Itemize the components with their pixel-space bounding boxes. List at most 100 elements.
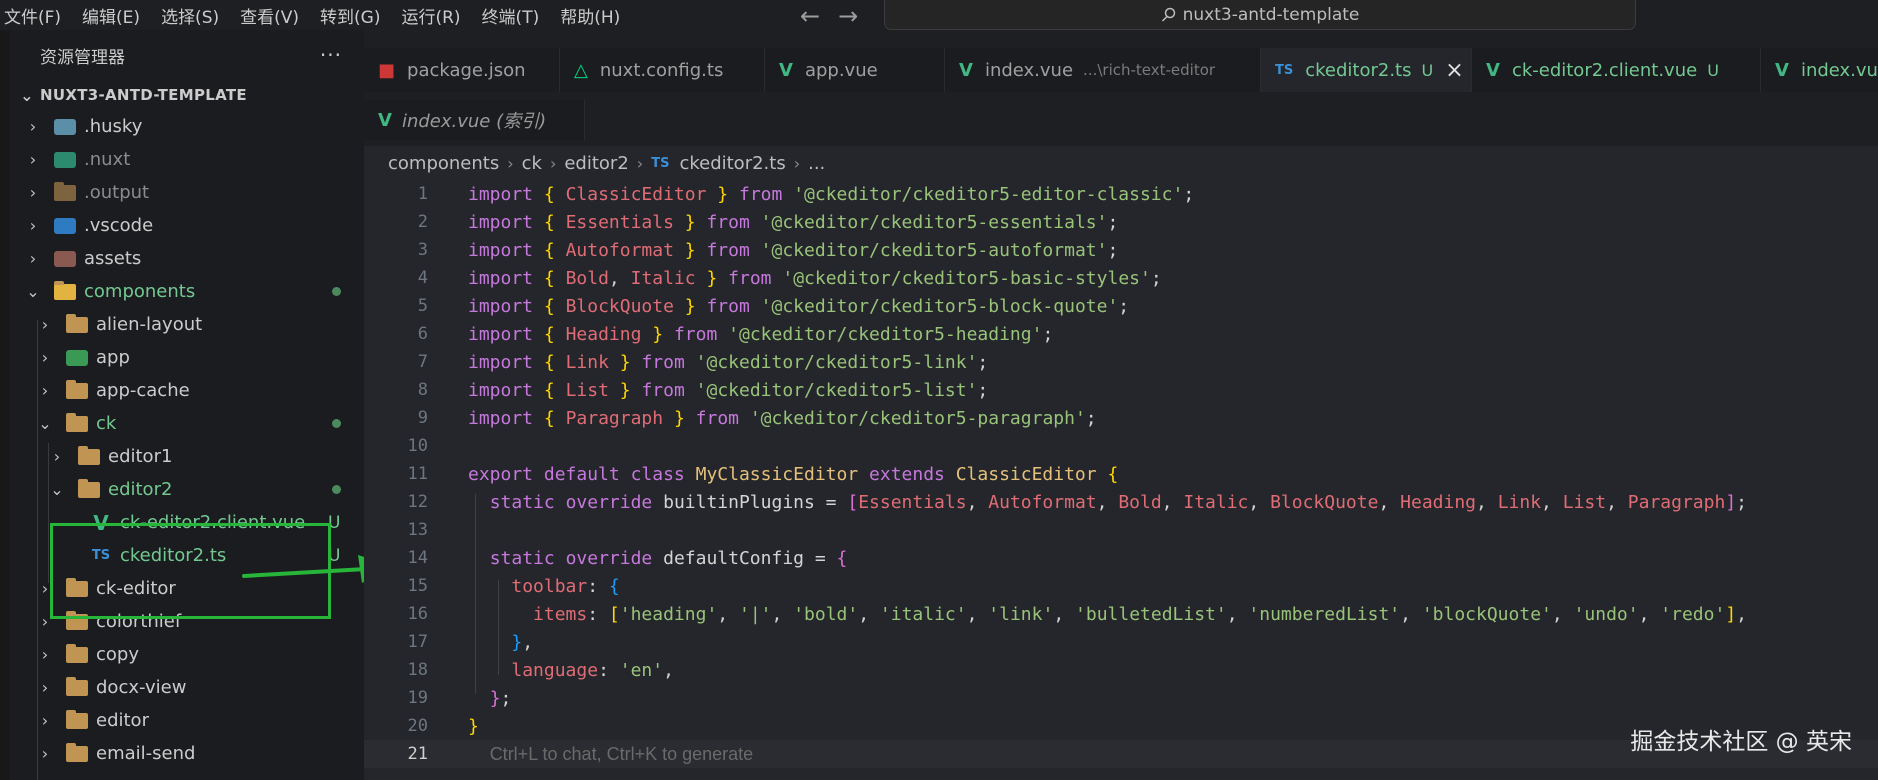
explorer-title: 资源管理器 <box>40 47 125 68</box>
tree-item-output[interactable]: › .output <box>10 176 364 209</box>
tree-item-label: editor <box>96 710 149 731</box>
modified-dot-icon <box>332 419 341 428</box>
husky-folder-icon <box>54 118 76 135</box>
menu-edit[interactable]: 编辑(E) <box>82 3 151 28</box>
chevron-right-icon: › <box>41 348 49 367</box>
chevron-down-icon: ⌄ <box>50 480 64 499</box>
tree-item-editor[interactable]: › editor <box>10 704 364 737</box>
folder-icon <box>66 709 88 729</box>
code-text: import { Bold, Italic } from '@ckeditor/… <box>468 267 1162 289</box>
tree-item-editor1[interactable]: › editor1 <box>10 440 364 473</box>
chevron-right-icon: › <box>29 117 37 136</box>
vue-icon: V <box>1486 59 1500 81</box>
tab-nuxt-config[interactable]: △ nuxt.config.ts <box>560 48 765 92</box>
line-number: 17 <box>407 632 428 652</box>
code-line: 12 static override builtinPlugins = [Ess… <box>364 488 1878 516</box>
tree-item-label: ck <box>96 413 117 434</box>
vue-icon: V <box>959 59 973 81</box>
code-text: import { ClassicEditor } from '@ckeditor… <box>468 183 1195 205</box>
breadcrumb-item[interactable]: ck <box>522 153 542 174</box>
ts-icon: TS <box>1275 62 1294 78</box>
close-icon[interactable]: × <box>1445 58 1463 83</box>
tree-item-alien-layout[interactable]: › alien-layout <box>10 308 364 341</box>
tree-item-vscode[interactable]: › .vscode <box>10 209 364 242</box>
chevron-right-icon: › <box>41 381 49 400</box>
code-text: }, <box>511 631 534 653</box>
tab-ck-editor2-client-vue[interactable]: V ck-editor2.client.vue U <box>1472 48 1761 92</box>
forward-arrow-icon[interactable]: → <box>838 2 858 30</box>
breadcrumb-item[interactable]: ... <box>808 153 825 174</box>
tree-item-email-send[interactable]: › email-send <box>10 737 364 770</box>
tab-label: package.json <box>407 59 526 81</box>
tree-item-husky[interactable]: › .husky <box>10 110 364 143</box>
tree-item-label: editor1 <box>108 446 173 467</box>
tree-item-components[interactable]: ⌄ components <box>10 275 364 308</box>
tree-item-app-cache[interactable]: › app-cache <box>10 374 364 407</box>
tree-item-editor2[interactable]: ⌄ editor2 <box>10 473 364 506</box>
app-folder-icon <box>66 349 88 366</box>
activity-bar <box>0 30 10 780</box>
line-number: 7 <box>417 352 428 372</box>
menu-run[interactable]: 运行(R) <box>401 3 471 28</box>
breadcrumb-item[interactable]: components <box>388 153 499 174</box>
code-line: 1 import { ClassicEditor } from '@ckedito… <box>364 180 1878 208</box>
code-editor[interactable]: 1 import { ClassicEditor } from '@ckedito… <box>364 180 1878 780</box>
folder-open-icon <box>66 412 88 432</box>
code-text: import { Heading } from '@ckeditor/ckedi… <box>468 323 1054 345</box>
workspace-root-label: NUXT3-ANTD-TEMPLATE <box>40 86 247 104</box>
tab-ckeditor2-ts[interactable]: TS ckeditor2.ts U × <box>1261 48 1472 92</box>
code-text: toolbar: { <box>511 575 620 597</box>
tree-item-label: alien-layout <box>96 314 203 335</box>
nuxt-icon: △ <box>574 59 588 81</box>
code-line: 11 export default class MyClassicEditor e… <box>364 460 1878 488</box>
back-arrow-icon[interactable]: ← <box>800 2 820 30</box>
menu-view[interactable]: 查看(V) <box>240 3 310 28</box>
vue-icon: V <box>779 59 793 81</box>
menu-terminal[interactable]: 终端(T) <box>482 3 551 28</box>
search-text: nuxt3-antd-template <box>1182 4 1360 25</box>
modified-dot-icon <box>332 485 341 494</box>
menu-help[interactable]: 帮助(H) <box>560 3 631 28</box>
command-center-search[interactable]: nuxt3-antd-template <box>884 0 1636 30</box>
tab-app-vue[interactable]: V app.vue <box>765 48 945 92</box>
tab-badge: U <box>1707 60 1719 80</box>
line-number: 18 <box>407 660 428 680</box>
chevron-down-icon: ⌄ <box>38 414 52 433</box>
menu-file[interactable]: 文件(F) <box>4 3 72 28</box>
tab-label: ck-editor2.client.vue <box>1511 59 1698 81</box>
tab-package-json[interactable]: ■ package.json <box>364 48 560 92</box>
code-text: }; <box>489 687 512 709</box>
line-number: 11 <box>407 464 428 484</box>
tab-index-vue-preview[interactable]: V index.vue (索引) <box>364 100 586 140</box>
code-text: import { Essentials } from '@ckeditor/ck… <box>468 211 1119 233</box>
code-text: import { Autoformat } from '@ckeditor/ck… <box>468 239 1119 261</box>
tab-label: nuxt.config.ts <box>599 59 724 81</box>
code-line: 17 }, <box>364 628 1878 656</box>
tree-item-label: assets <box>84 248 142 269</box>
tab-index-vue[interactable]: V index.vu <box>1761 48 1878 92</box>
tree-item-app[interactable]: › app <box>10 341 364 374</box>
tree-item-copy[interactable]: › copy <box>10 638 364 671</box>
code-text: Ctrl+L to chat, Ctrl+K to generate <box>468 744 753 765</box>
editor-tabs-row2: V index.vue (索引) <box>364 100 1878 140</box>
tree-item-ck[interactable]: ⌄ ck <box>10 407 364 440</box>
menu-selection[interactable]: 选择(S) <box>161 3 230 28</box>
tree-item-docx-view[interactable]: › docx-view <box>10 671 364 704</box>
explorer-header: 资源管理器 ··· <box>10 30 364 80</box>
code-line: 16 items: ['heading', '|', 'bold', 'ital… <box>364 600 1878 628</box>
breadcrumb-item[interactable]: ckeditor2.ts <box>679 153 785 174</box>
tree-item-assets[interactable]: › assets <box>10 242 364 275</box>
code-text: export default class MyClassicEditor ext… <box>468 463 1119 485</box>
tree-item-nuxt[interactable]: › .nuxt <box>10 143 364 176</box>
tab-badge: U <box>1421 60 1434 80</box>
npm-icon: ■ <box>378 59 396 81</box>
line-number: 9 <box>417 408 428 428</box>
code-text: language: 'en', <box>511 659 674 681</box>
workspace-root[interactable]: ⌄ NUXT3-ANTD-TEMPLATE <box>10 80 364 110</box>
tab-index-vue-rich-text[interactable]: V index.vue ...\rich-text-editor <box>945 48 1261 92</box>
chevron-right-icon: › <box>29 216 37 235</box>
more-actions-icon[interactable]: ··· <box>320 43 342 67</box>
breadcrumb-item[interactable]: editor2 <box>564 153 628 174</box>
menu-go[interactable]: 转到(G) <box>320 3 391 28</box>
tab-label: index.vu <box>1800 59 1878 81</box>
